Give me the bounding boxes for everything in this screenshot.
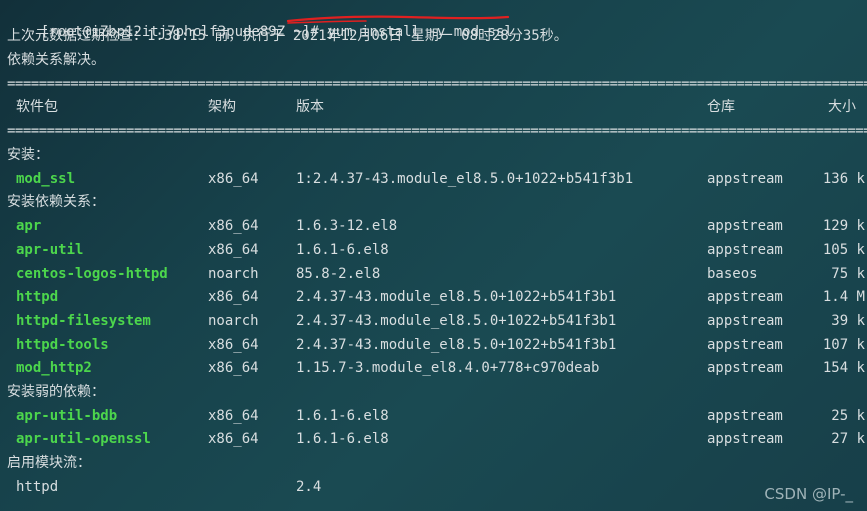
package-size: 27 k [831, 431, 865, 448]
package-size: 107 k [822, 336, 865, 353]
package-version: 85.8-2.el8 [296, 265, 381, 282]
package-size: 105 k [822, 241, 865, 258]
package-size: 39 k [831, 312, 865, 329]
package-name: apr-util [16, 241, 84, 258]
section-title: 启用模块流： [7, 455, 91, 472]
watermark: CSDN @IP-_ [764, 485, 853, 503]
package-version: 1.6.3-12.el8 [296, 218, 398, 235]
package-repo: appstream [707, 407, 783, 424]
section-title: 安装： [7, 147, 49, 163]
package-version: 2.4.37-43.module_el8.5.0+1022+b541f3b1 [296, 312, 617, 329]
package-size: 25 k [831, 407, 865, 424]
package-version: 1.15.7-3.module_el8.4.0+778+c970deab [296, 360, 600, 377]
package-version: 2.4.37-43.module_el8.5.0+1022+b541f3b1 [296, 336, 617, 353]
package-name: apr-util-bdb [16, 407, 118, 424]
package-repo: appstream [707, 289, 783, 306]
package-arch: x86_64 [208, 170, 259, 187]
separator-bottom: ========================================… [7, 123, 867, 139]
package-repo: appstream [707, 312, 783, 329]
package-name: mod_ssl [16, 170, 76, 187]
package-arch: x86_64 [208, 336, 259, 353]
package-repo: baseos [707, 265, 758, 282]
package-name: centos-logos-httpd [16, 265, 168, 282]
last-check-line: 上次元数据过期检查：1:38:15 前，执行于 2021年12月06日 星期一 … [7, 28, 568, 44]
header-repo: 仓库 [707, 99, 735, 115]
package-repo: appstream [707, 431, 783, 448]
package-repo: appstream [707, 218, 783, 235]
package-size: 136 k [822, 170, 865, 187]
package-version: 1.6.1-6.el8 [296, 407, 389, 424]
package-name: httpd-filesystem [16, 312, 151, 329]
package-size: 75 k [831, 265, 865, 282]
package-name: httpd [16, 289, 59, 306]
package-name: apr-util-openssl [16, 431, 151, 448]
package-version: 2.4 [296, 478, 322, 495]
header-version: 版本 [296, 99, 324, 115]
section-title: 安装依赖关系： [7, 194, 105, 211]
header-package: 软件包 [16, 99, 58, 115]
section-title: 安装弱的依赖： [7, 384, 105, 400]
package-name: httpd [16, 478, 59, 495]
command-line: [root@iZbp12itj7phclf3pude89Z ~]# yum in… [7, 2, 513, 40]
resolving-line: 依赖关系解决。 [7, 52, 105, 68]
package-size: 1.4 M [822, 289, 865, 306]
package-size: 154 k [822, 360, 865, 377]
package-arch: x86_64 [208, 431, 259, 448]
package-repo: appstream [707, 336, 783, 353]
package-repo: appstream [707, 170, 783, 187]
package-version: 1.6.1-6.el8 [296, 241, 389, 258]
header-size: 大小 [828, 99, 856, 115]
package-arch: noarch [208, 265, 259, 282]
package-version: 2.4.37-43.module_el8.5.0+1022+b541f3b1 [296, 289, 617, 306]
package-arch: x86_64 [208, 360, 259, 377]
package-name: apr [16, 218, 42, 235]
package-name: httpd-tools [16, 336, 109, 353]
package-arch: noarch [208, 312, 259, 329]
package-arch: x86_64 [208, 218, 259, 235]
package-repo: appstream [707, 241, 783, 258]
header-arch: 架构 [208, 99, 236, 115]
package-version: 1:2.4.37-43.module_el8.5.0+1022+b541f3b1 [296, 170, 634, 187]
terminal-window[interactable]: [root@iZbp12itj7phclf3pude89Z ~]# yum in… [0, 0, 867, 511]
package-arch: x86_64 [208, 289, 259, 306]
separator-top: ========================================… [7, 76, 867, 92]
package-arch: x86_64 [208, 241, 259, 258]
package-size: 129 k [822, 218, 865, 235]
package-version: 1.6.1-6.el8 [296, 431, 389, 448]
package-arch: x86_64 [208, 407, 259, 424]
package-name: mod_http2 [16, 360, 92, 377]
package-repo: appstream [707, 360, 783, 377]
